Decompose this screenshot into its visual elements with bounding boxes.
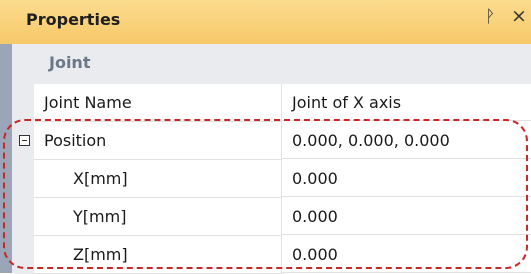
property-name-text: Z[mm] (73, 245, 128, 264)
property-name-text: Joint Name (44, 93, 132, 112)
property-name-text: X[mm] (73, 169, 128, 188)
property-row-position[interactable]: Position 0.000, 0.000, 0.000 (15, 122, 531, 160)
property-name: Position (34, 122, 282, 160)
property-name: X[mm] (34, 160, 282, 198)
property-row-x[interactable]: X[mm] 0.000 (15, 160, 531, 198)
row-gutter (15, 160, 34, 198)
property-row-y[interactable]: Y[mm] 0.000 (15, 198, 531, 236)
row-gutter (15, 198, 34, 236)
row-gutter (15, 236, 34, 274)
property-value[interactable]: Joint of X axis (282, 84, 531, 121)
property-name-text: Position (44, 131, 107, 150)
property-name: Joint Name (34, 84, 282, 122)
property-value[interactable]: 0.000 (282, 198, 531, 235)
collapse-icon[interactable] (19, 135, 30, 146)
row-gutter (15, 84, 34, 122)
properties-titlebar: Properties ᚹ × (0, 0, 531, 45)
property-name-text: Y[mm] (73, 207, 127, 226)
property-name: Z[mm] (34, 236, 282, 274)
category-label: Joint (49, 53, 91, 72)
category-row-joint[interactable]: Joint (15, 44, 531, 84)
property-value[interactable]: 0.000 (282, 236, 531, 273)
pin-icon[interactable]: ᚹ (485, 7, 495, 27)
property-row-z[interactable]: Z[mm] 0.000 (15, 236, 531, 274)
panel-left-frame (0, 44, 12, 273)
property-name: Y[mm] (34, 198, 282, 236)
property-value[interactable]: 0.000 (282, 160, 531, 197)
close-icon[interactable]: × (511, 5, 527, 27)
panel-title: Properties (26, 10, 121, 29)
property-row-joint-name[interactable]: Joint Name Joint of X axis (15, 84, 531, 122)
property-grid: Joint Joint Name Joint of X axis Positio… (15, 44, 531, 274)
property-value[interactable]: 0.000, 0.000, 0.000 (282, 122, 531, 159)
